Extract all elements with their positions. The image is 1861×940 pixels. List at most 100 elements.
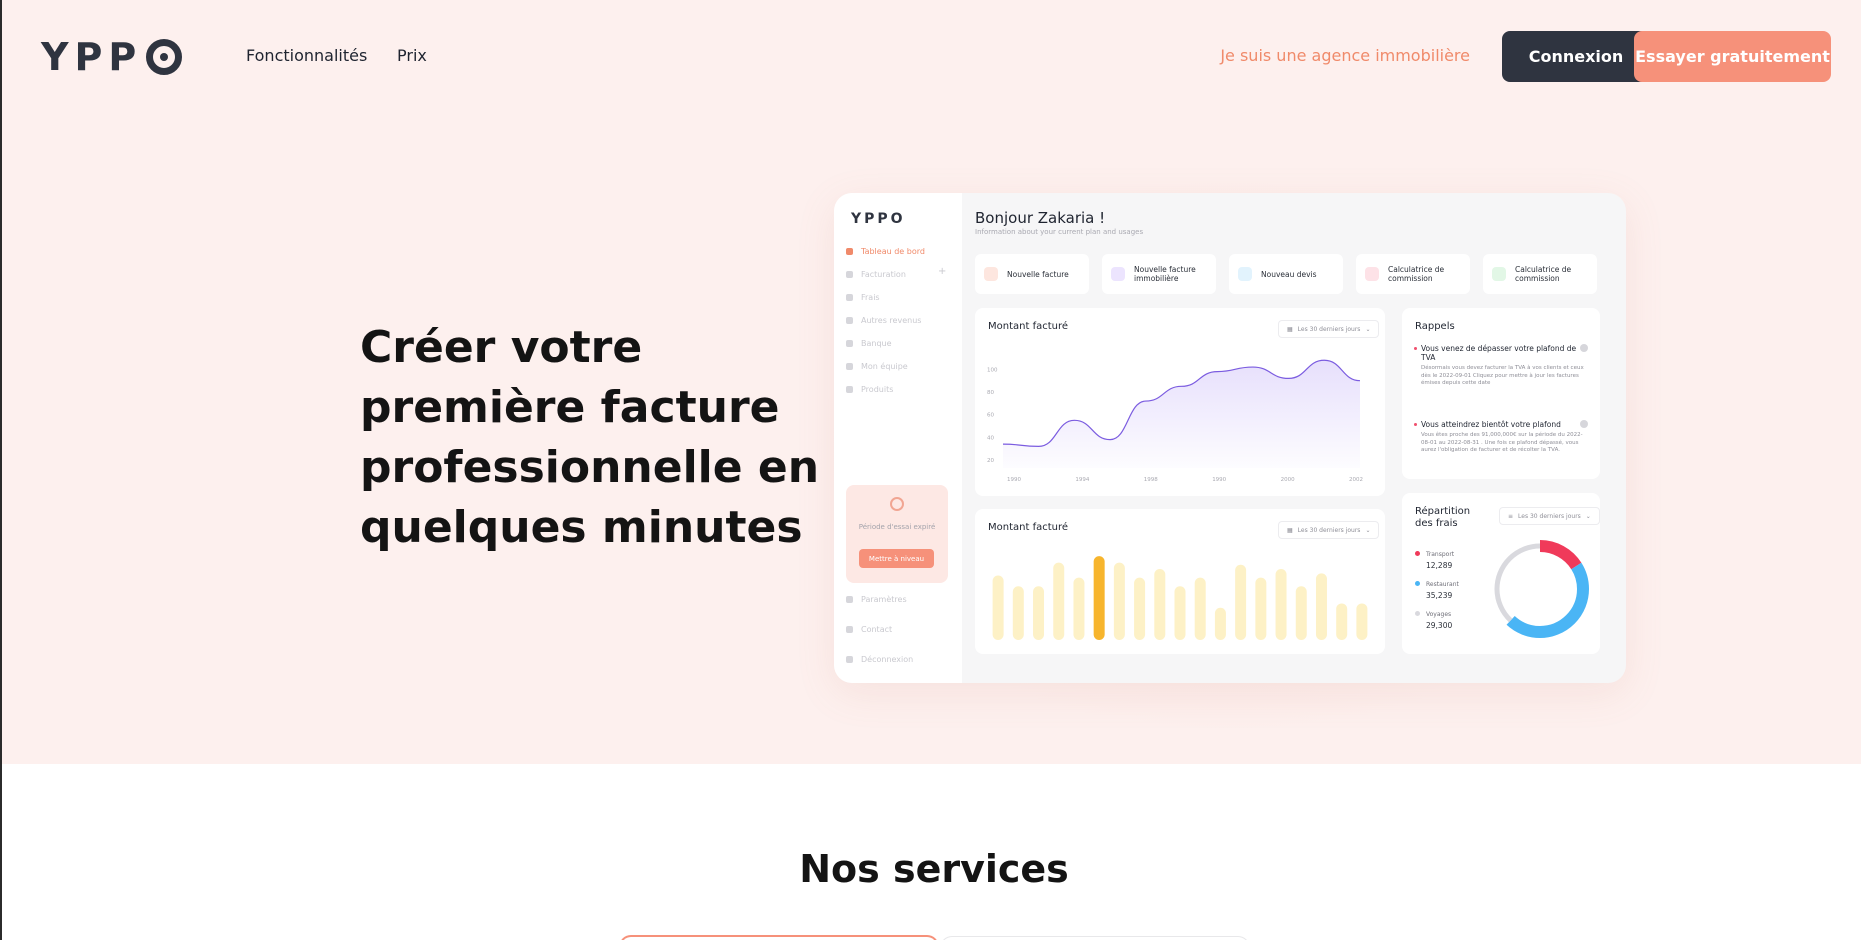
invoiced-amount-bar-card: Montant facturé ▦ Les 30 derniers jours ⌄: [975, 509, 1385, 654]
upgrade-button: Mettre à niveau: [859, 549, 934, 568]
series-area: [1003, 360, 1360, 468]
brand-logo[interactable]: YPP: [41, 38, 183, 76]
date-range-select: ▦ Les 30 derniers jours ⌄: [1278, 320, 1380, 338]
invoiced-amount-line-card: Montant facturé ▦ Les 30 derniers jours ⌄ …: [975, 308, 1385, 496]
box-icon: [846, 386, 853, 393]
bar: [1275, 569, 1287, 640]
quick-action-new-invoice: Nouvelle facture: [975, 254, 1089, 294]
quick-action-new-quote: Nouveau devis: [1229, 254, 1343, 294]
x-tick-label: 1994: [1075, 477, 1089, 483]
bar: [1194, 577, 1206, 640]
bar: [1214, 607, 1226, 640]
bar: [1315, 573, 1327, 640]
legend-dot: [1415, 581, 1420, 586]
user-icon: [846, 317, 853, 324]
dashboard-sidebar: YPPO Tableau de bord Facturation + Frais…: [834, 193, 962, 683]
reminder-body: Vous êtes proche des 91,000,000€ sur la …: [1421, 432, 1583, 453]
bar: [1235, 564, 1247, 640]
line-chart: 20 40 60 80 100 1990 1994 1998 1990 2000 2002: [987, 359, 1363, 483]
quick-action-commission-calculator: Calculatrice de commission: [1356, 254, 1470, 294]
sidebar-item-contact: Contact: [846, 625, 892, 634]
badge-icon: [890, 497, 904, 511]
legend-item-restaurant: Restaurant 35,239: [1415, 581, 1459, 600]
bar: [1113, 562, 1125, 640]
bar: [1336, 603, 1348, 640]
logout-icon: [846, 656, 853, 663]
sidebar-item-expenses: Frais: [846, 293, 880, 302]
hero-title: Créer votre première facture professionn…: [360, 318, 819, 558]
y-tick-label: 100: [987, 367, 998, 373]
filter-icon: ≡: [1508, 512, 1514, 520]
sidebar-item-other-income: Autres revenus: [846, 316, 921, 325]
legend-item-transport: Transport 12,289: [1415, 551, 1454, 570]
calendar-icon: ▦: [1287, 526, 1293, 534]
breakdown-title: Répartition des frais: [1415, 506, 1471, 529]
services-title: Nos services: [799, 847, 1069, 891]
trial-expired-card: Période d'essai expiré Mettre à niveau: [846, 485, 948, 583]
services-tab-active[interactable]: [619, 935, 939, 940]
date-range-select: ≡ Les 30 derniers jours ⌄: [1499, 507, 1600, 525]
free-trial-button[interactable]: Essayer gratuitement: [1634, 31, 1831, 82]
bar: [1154, 569, 1166, 640]
reminder-title: Vous atteindrez bientôt votre plafond: [1414, 420, 1584, 429]
nav-pricing-link[interactable]: Prix: [397, 46, 427, 65]
bank-icon: [846, 340, 853, 347]
y-tick-label: 80: [987, 390, 994, 396]
hero-title-line: première facture: [360, 382, 780, 433]
calculator-icon: [1492, 267, 1506, 281]
sidebar-item-team: Mon équipe: [846, 362, 908, 371]
invoice-icon: [984, 267, 998, 281]
sidebar-item-bank: Banque: [846, 339, 892, 348]
bar: [1295, 586, 1307, 640]
plus-icon: +: [938, 266, 947, 277]
hero-title-line: Créer votre: [360, 322, 643, 373]
legend-item-travel: Voyages 29,300: [1415, 611, 1452, 630]
bar: [1053, 562, 1065, 640]
reminder-body: Désormais vous devez facturer la TVA à v…: [1421, 365, 1584, 386]
hero-title-line: quelques minutes: [360, 502, 803, 553]
date-range-select: ▦ Les 30 derniers jours ⌄: [1278, 521, 1380, 539]
calendar-icon: ▦: [1287, 325, 1293, 333]
chevron-down-icon: ⌄: [1585, 512, 1591, 520]
bar: [992, 575, 1004, 640]
legend-dot: [1415, 611, 1420, 616]
reminder-item: Vous venez de dépasser votre plafond de …: [1414, 344, 1588, 388]
dashboard-subtitle: Information about your current plan and …: [975, 228, 1144, 236]
sidebar-item-settings: Paramètres: [846, 595, 907, 604]
nav-agency-link[interactable]: Je suis une agence immobilière: [1220, 46, 1470, 65]
x-tick-label: 2000: [1281, 477, 1295, 483]
nav-features-link[interactable]: Fonctionnalités: [246, 46, 367, 65]
quick-action-new-real-estate-invoice: Nouvelle facture immobilière: [1102, 254, 1216, 294]
bar-chart: [992, 556, 1368, 640]
x-tick-label: 2002: [1349, 477, 1363, 483]
x-tick-label: 1990: [1212, 477, 1226, 483]
x-tick-label: 1998: [1144, 477, 1158, 483]
invoice-icon: [1111, 267, 1125, 281]
expense-breakdown-card: Répartition des frais ≡ Les 30 derniers j…: [1402, 493, 1600, 654]
calculator-icon: [1365, 267, 1379, 281]
bar: [1093, 556, 1105, 640]
sidebar-item-products: Produits: [846, 385, 893, 394]
bar-chart-title: Montant facturé: [988, 522, 1069, 533]
gear-icon: [846, 596, 853, 603]
login-button[interactable]: Connexion: [1502, 31, 1650, 82]
bar: [1073, 577, 1085, 640]
reminders-card: Rappels Vous venez de dépasser votre pla…: [1402, 308, 1600, 479]
reminder-item: Vous atteindrez bientôt votre plafond Vo…: [1414, 420, 1588, 455]
line-chart-title: Montant facturé: [988, 321, 1069, 332]
dashboard-preview: YPPO Tableau de bord Facturation + Frais…: [834, 193, 1626, 683]
bar: [1255, 577, 1267, 640]
sidebar-item-billing: Facturation: [846, 270, 906, 279]
close-icon: [1580, 344, 1588, 352]
bar: [1174, 586, 1186, 640]
services-tab[interactable]: [940, 936, 1250, 940]
quick-action-commission-calculator-2: Calculatrice de commission: [1483, 254, 1597, 294]
dashboard-logo: YPPO: [851, 211, 906, 227]
trial-expired-text: Période d'essai expiré: [858, 523, 936, 531]
close-icon: [1580, 420, 1588, 428]
x-tick-label: 1990: [1007, 477, 1021, 483]
team-icon: [846, 363, 853, 370]
legend-dot: [1415, 551, 1420, 556]
y-tick-label: 40: [987, 435, 994, 441]
donut-chart: [1491, 540, 1589, 638]
